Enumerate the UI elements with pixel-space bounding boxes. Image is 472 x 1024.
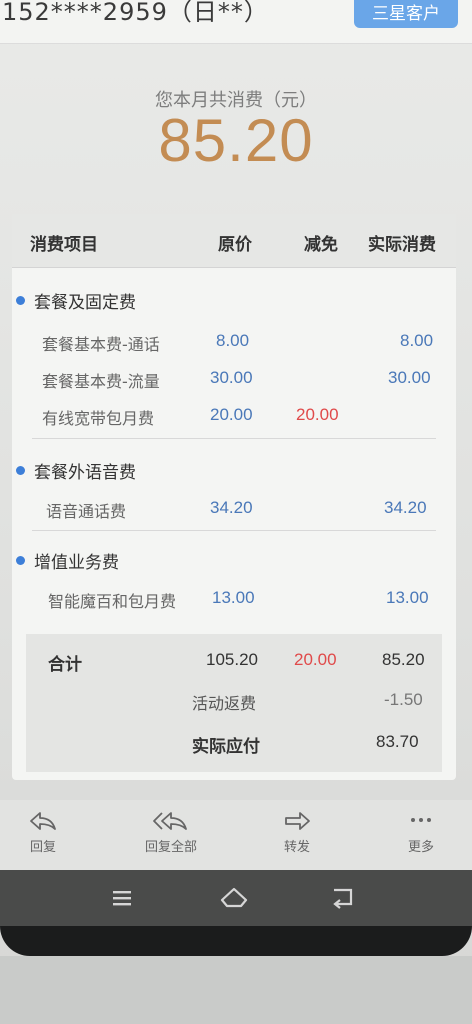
bill-table: 消费项目 原价 减免 实际消费 套餐及固定费 套餐基本费-通话 8.00 8.0… <box>12 214 456 780</box>
reply-all-icon <box>153 812 187 830</box>
total-original: 105.20 <box>206 650 258 669</box>
phone-bezel <box>0 926 472 956</box>
column-header-item: 消费项目 <box>30 235 98 255</box>
reply-icon <box>30 812 56 830</box>
divider <box>32 438 436 439</box>
recent-apps-icon[interactable] <box>102 882 142 914</box>
forward-label: 转发 <box>283 840 310 855</box>
more-label: 更多 <box>407 840 434 855</box>
section-title: 套餐及固定费 <box>34 293 136 313</box>
row-original: 34.20 <box>210 498 253 517</box>
row-actual: 13.00 <box>386 588 429 607</box>
back-icon[interactable] <box>324 882 364 914</box>
customer-badge[interactable]: 三星客户 <box>354 0 458 28</box>
forward-icon <box>285 812 310 830</box>
summary-amount: 85.20 <box>158 107 314 174</box>
action-bar: 回复 回复全部 转发 更多 <box>0 800 472 870</box>
reply-all-label: 回复全部 <box>144 840 197 855</box>
background-surface <box>0 956 472 1024</box>
row-name: 语音通话费 <box>46 502 127 521</box>
table-header: 消费项目 原价 减免 实际消费 <box>12 214 456 268</box>
rebate-value: -1.50 <box>384 690 423 709</box>
row-actual: 30.00 <box>388 368 431 387</box>
total-actual: 85.20 <box>382 650 425 669</box>
reply-all-button[interactable]: 回复全部 <box>134 810 208 855</box>
row-name: 有线宽带包月费 <box>42 409 155 428</box>
section-title: 增值业务费 <box>34 553 119 573</box>
section-title: 套餐外语音费 <box>34 463 136 483</box>
payable-value: 83.70 <box>376 732 419 751</box>
reply-label: 回复 <box>29 840 56 855</box>
phone-number: 152****2959（日**） <box>2 0 269 26</box>
column-header-discount: 减免 <box>304 235 338 255</box>
row-original: 13.00 <box>212 588 255 607</box>
system-nav-bar <box>0 870 472 926</box>
total-label: 合计 <box>48 655 82 675</box>
row-name: 套餐基本费-流量 <box>42 372 160 391</box>
row-original: 30.00 <box>210 368 253 387</box>
section-bullet-icon <box>16 466 25 475</box>
section-bullet-icon <box>16 556 25 565</box>
payable-label: 实际应付 <box>192 737 260 757</box>
forward-button[interactable]: 转发 <box>272 810 322 855</box>
row-original: 20.00 <box>210 405 253 424</box>
header: 152****2959（日**） 三星客户 <box>0 0 472 44</box>
row-actual: 8.00 <box>400 331 434 350</box>
divider <box>32 530 436 531</box>
more-button[interactable]: 更多 <box>396 810 446 855</box>
row-actual: 34.20 <box>384 498 427 517</box>
home-icon[interactable] <box>214 882 254 914</box>
rebate-label: 活动返费 <box>192 694 257 713</box>
row-original: 8.00 <box>216 331 250 350</box>
section-bullet-icon <box>16 296 25 305</box>
row-name: 套餐基本费-通话 <box>42 335 160 354</box>
row-discount: 20.00 <box>296 405 339 424</box>
phone-screen: 152****2959（日**） 三星客户 您本月共消费（元） 85.20 消费… <box>0 0 472 1024</box>
column-header-actual: 实际消费 <box>368 235 436 255</box>
more-icon <box>411 818 431 822</box>
row-name: 智能魔百和包月费 <box>48 592 177 611</box>
column-header-original: 原价 <box>218 235 252 255</box>
reply-button[interactable]: 回复 <box>18 810 68 855</box>
totals-panel: 合计 105.20 20.00 85.20 活动返费 -1.50 实际应付 83… <box>26 634 442 772</box>
total-discount: 20.00 <box>294 650 337 669</box>
